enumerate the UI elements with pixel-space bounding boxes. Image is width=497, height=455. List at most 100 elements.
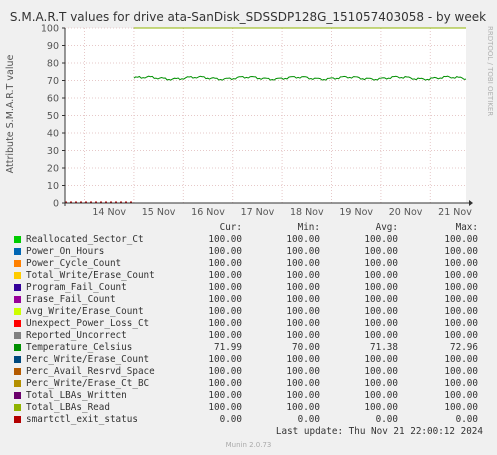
legend-swatch (14, 416, 21, 423)
legend-swatch (14, 320, 21, 327)
legend-series-name: Program_Fail_Count (26, 282, 127, 293)
legend-max-value: 100.00 (444, 270, 478, 281)
legend-row: Perc_Avail_Resrvd_Space 100.00 100.00 100.0… (14, 366, 486, 378)
legend-swatch (14, 332, 21, 339)
legend-avg-value: 100.00 (364, 282, 398, 293)
legend-row: Reallocated_Sector_Ct 100.00 100.00 100.00 1… (14, 234, 486, 246)
y-tick-label: 70 (47, 76, 59, 87)
legend-cur-value: 100.00 (208, 294, 242, 305)
legend-row: Perc_Write/Erase_Ct_BC 100.00 100.00 100.00… (14, 378, 486, 390)
y-ticks: 0 10 20 30 40 50 60 70 80 90 100 (41, 24, 59, 210)
rrdtool-credit-text: RRDTOOL / TOBI OETIKER (486, 26, 494, 116)
legend-swatch (14, 248, 21, 255)
legend-series-name: Perc_Avail_Resrvd_Space (26, 366, 155, 377)
y-tick-label: 90 (47, 41, 59, 52)
legend-avg-value: 100.00 (364, 402, 398, 413)
legend-min-value: 0.00 (297, 414, 320, 425)
legend-cur-value: 71.99 (214, 342, 242, 353)
legend-series-name: Avg_Write/Erase_Count (26, 306, 144, 317)
legend-max-value: 100.00 (444, 246, 478, 257)
legend-cur-value: 100.00 (208, 366, 242, 377)
legend-swatch (14, 380, 21, 387)
legend-max-value: 100.00 (444, 234, 478, 245)
legend-cur-value: 100.00 (208, 246, 242, 257)
legend-row: Unexpect_Power_Loss_Ct 100.00 100.00 100.00… (14, 318, 486, 330)
legend-series-name: Power_On_Hours (26, 246, 105, 257)
chart-title: S.M.A.R.T values for drive ata-SanDisk_S… (10, 10, 486, 24)
legend-cur-value: 100.00 (208, 318, 242, 329)
y-tick-label: 40 (47, 129, 59, 140)
legend-max-value: 72.96 (450, 342, 478, 353)
header-cur: Cur: (219, 222, 242, 233)
legend-avg-value: 100.00 (364, 318, 398, 329)
legend-series-name: Reported_Uncorrect (26, 330, 127, 341)
y-tick-label: 20 (47, 164, 59, 175)
legend-swatch (14, 296, 21, 303)
legend-min-value: 100.00 (286, 318, 320, 329)
legend-cur-value: 100.00 (208, 258, 242, 269)
legend-max-value: 100.00 (444, 330, 478, 341)
x-tick-label: 21 Nov (438, 207, 472, 218)
header-max: Max: (455, 222, 478, 233)
legend-row: Total_LBAs_Read 100.00 100.00 100.00 100.00 (14, 402, 486, 414)
y-tick-label: 10 (47, 181, 59, 192)
munin-version: Munin 2.0.73 (225, 441, 272, 449)
x-tick-label: 17 Nov (241, 207, 275, 218)
legend-cur-value: 100.00 (208, 270, 242, 281)
legend-swatch (14, 260, 21, 267)
legend-max-value: 100.00 (444, 378, 478, 389)
x-ticks: 14 Nov 15 Nov 16 Nov 17 Nov 18 Nov 19 Nov 20 N… (92, 207, 472, 218)
legend-max-value: 100.00 (444, 258, 478, 269)
x-tick-label: 14 Nov (92, 207, 126, 218)
y-axis-label: Attribute S.M.A.R.T value (5, 55, 16, 174)
legend-series-name: Temperature_Celsius (26, 342, 133, 353)
legend-avg-value: 100.00 (364, 354, 398, 365)
y-tick-label: 0 (53, 199, 59, 210)
legend-min-value: 100.00 (286, 378, 320, 389)
legend-row: Erase_Fail_Count 100.00 100.00 100.00 100.00 (14, 294, 486, 306)
y-tick-label: 80 (47, 59, 59, 70)
legend-row: Total_LBAs_Written 100.00 100.00 100.00 100.… (14, 390, 486, 402)
legend-series-name: Total_Write/Erase_Count (26, 270, 155, 281)
legend-swatch (14, 308, 21, 315)
legend-row: Avg_Write/Erase_Count 100.00 100.00 100.00 1… (14, 306, 486, 318)
legend-cur-value: 100.00 (208, 378, 242, 389)
x-tick-label: 18 Nov (290, 207, 324, 218)
legend-series-name: Erase_Fail_Count (26, 294, 116, 305)
legend-cur-value: 100.00 (208, 354, 242, 365)
legend-series-name: Unexpect_Power_Loss_Ct (26, 318, 150, 329)
y-tick-label: 30 (47, 146, 59, 157)
legend-row: Perc_Write/Erase_Count 100.00 100.00 100.00… (14, 354, 486, 366)
legend-swatch (14, 344, 21, 351)
x-tick-label: 20 Nov (389, 207, 423, 218)
legend-swatch (14, 368, 21, 375)
legend-max-value: 100.00 (444, 366, 478, 377)
x-axis-arrow (469, 200, 473, 206)
legend-min-value: 100.00 (286, 390, 320, 401)
legend-series-name: Perc_Write/Erase_Ct_BC (26, 378, 150, 389)
rrdtool-credit: RRDTOOL / TOBI OETIKER (486, 26, 494, 116)
legend-max-value: 100.00 (444, 306, 478, 317)
legend-avg-value: 100.00 (364, 258, 398, 269)
legend-avg-value: 100.00 (364, 390, 398, 401)
legend-swatch (14, 392, 21, 399)
legend-series-name: Reallocated_Sector_Ct (26, 234, 144, 245)
x-tick-label: 16 Nov (191, 207, 225, 218)
legend-avg-value: 100.00 (364, 234, 398, 245)
legend-series-name: Power_Cycle_Count (26, 258, 122, 269)
legend-row: Power_On_Hours 100.00 100.00 100.00 100.00 (14, 246, 486, 258)
legend-cur-value: 100.00 (208, 282, 242, 293)
header-min: Min: (297, 222, 320, 233)
legend-avg-value: 100.00 (364, 378, 398, 389)
legend-min-value: 100.00 (286, 246, 320, 257)
legend-min-value: 100.00 (286, 402, 320, 413)
legend-min-value: 100.00 (286, 282, 320, 293)
chart: S.M.A.R.T values for drive ata-SanDisk_S… (5, 10, 486, 218)
legend-min-value: 100.00 (286, 306, 320, 317)
legend-avg-value: 71.38 (370, 342, 398, 353)
legend-series-name: smartctl_exit_status (26, 414, 138, 425)
x-tick-label: 19 Nov (339, 207, 373, 218)
legend-series-name: Total_LBAs_Read (26, 402, 110, 413)
legend-row: smartctl_exit_status 0.00 0.00 0.00 0.00 (14, 414, 486, 426)
legend-avg-value: 100.00 (364, 246, 398, 257)
